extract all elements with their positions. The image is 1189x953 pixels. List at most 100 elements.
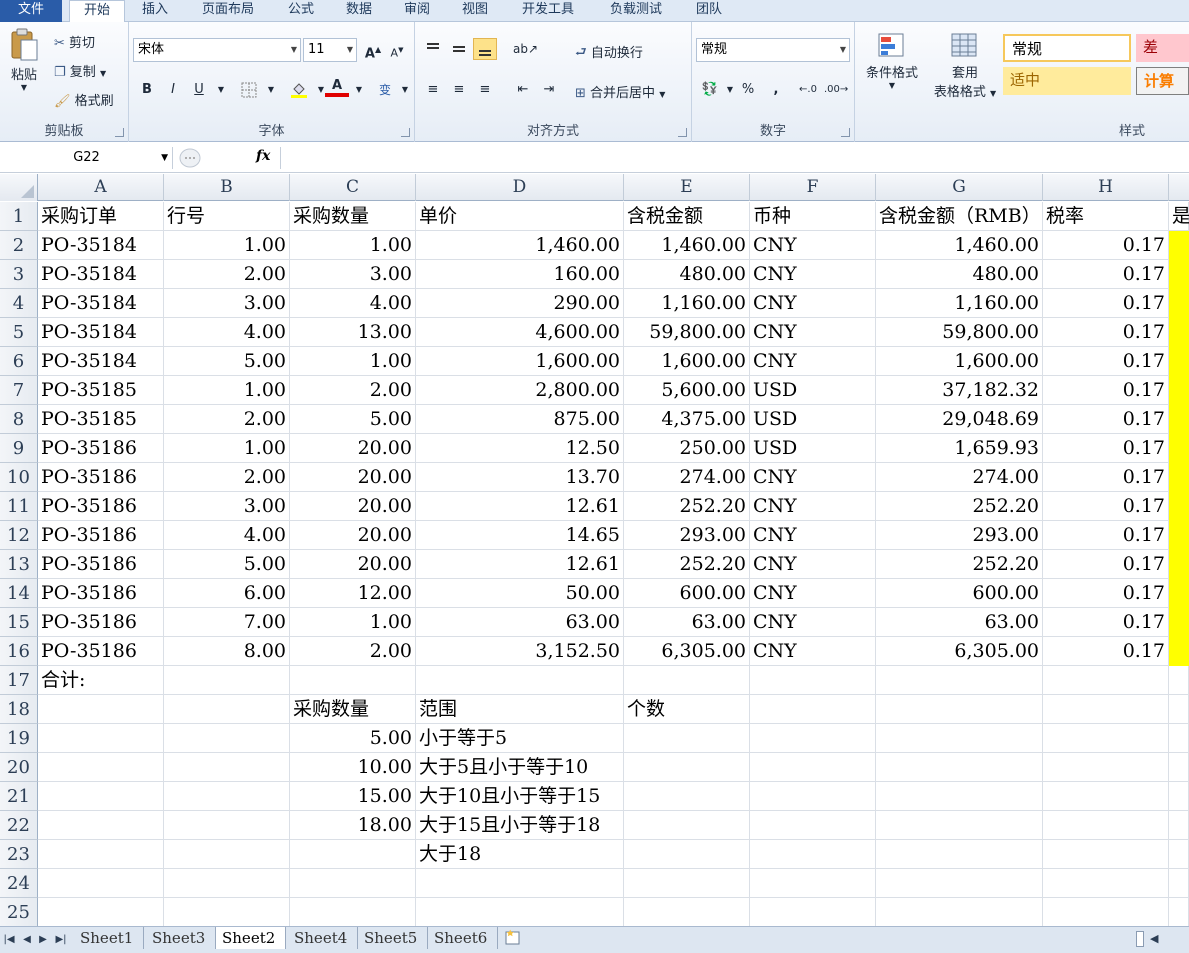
row-header[interactable]: 1 [0, 202, 38, 231]
sheet-tab[interactable]: Sheet2 [216, 927, 286, 949]
cell-d[interactable]: 290.00 [416, 289, 624, 318]
cell-d[interactable] [416, 898, 624, 926]
format-painter-button[interactable]: 🖌 格式刷 [54, 90, 114, 109]
conditional-format-button[interactable]: 条件格式 ▼ [861, 32, 923, 90]
cell-h[interactable] [1043, 666, 1169, 695]
cell-c[interactable]: 5.00 [290, 724, 416, 753]
sheet-tab[interactable]: Sheet3 [146, 927, 216, 949]
cell-b[interactable]: 5.00 [164, 347, 290, 376]
cell-g[interactable]: 1,659.93 [876, 434, 1043, 463]
cell-h[interactable] [1043, 695, 1169, 724]
cell-c[interactable]: 采购数量 [290, 695, 416, 724]
tab-team[interactable]: 团队 [684, 0, 734, 22]
cell-e[interactable] [624, 869, 750, 898]
grow-font-button[interactable]: A▲ [361, 39, 385, 61]
merge-center-button[interactable]: ⊞ 合并后居中 ▼ [575, 82, 665, 101]
cell-g[interactable] [876, 898, 1043, 926]
column-header-h[interactable]: H [1043, 174, 1169, 201]
fill-color-button[interactable] [287, 79, 311, 101]
cell-e[interactable]: 250.00 [624, 434, 750, 463]
cell-a[interactable]: PO-35186 [38, 608, 164, 637]
cell-e[interactable]: 5,600.00 [624, 376, 750, 405]
worksheet-grid[interactable]: A B C D E F G H 1 采购订单 行号 采购数量 单价 含税金额 币种 含税金额（… [0, 174, 1189, 926]
cell-d[interactable]: 1,460.00 [416, 231, 624, 260]
scroll-split-handle[interactable] [1136, 931, 1144, 947]
cell-i[interactable] [1169, 782, 1189, 811]
row-header[interactable]: 18 [0, 695, 38, 724]
cell-h[interactable]: 0.17 [1043, 492, 1169, 521]
cell-b[interactable] [164, 898, 290, 926]
cell-f[interactable] [750, 724, 876, 753]
copy-button[interactable]: ❐ 复制 ▼ [54, 61, 106, 80]
formula-input[interactable] [280, 147, 1185, 169]
cell-f[interactable]: CNY [750, 579, 876, 608]
row-header[interactable]: 2 [0, 231, 38, 260]
cell-f[interactable]: CNY [750, 521, 876, 550]
cell-e[interactable]: 59,800.00 [624, 318, 750, 347]
cell-g[interactable]: 29,048.69 [876, 405, 1043, 434]
prev-sheet-icon[interactable]: ◀ [20, 931, 34, 949]
format-as-table-button[interactable]: 套用 表格格式 ▼ [925, 32, 1005, 100]
cell-c[interactable]: 20.00 [290, 492, 416, 521]
horizontal-scrollbar[interactable]: ◀ [1134, 929, 1189, 949]
align-middle-button[interactable] [447, 38, 471, 60]
cell-b[interactable]: 1.00 [164, 231, 290, 260]
cell-e[interactable]: 1,600.00 [624, 347, 750, 376]
cell-d[interactable]: 875.00 [416, 405, 624, 434]
cell-d[interactable]: 大于5且小于等于10 [416, 753, 624, 782]
cell-h[interactable] [1043, 782, 1169, 811]
column-header-g[interactable]: G [876, 174, 1043, 201]
cell-i[interactable] [1169, 840, 1189, 869]
cell-e[interactable]: 4,375.00 [624, 405, 750, 434]
cell-h[interactable]: 0.17 [1043, 231, 1169, 260]
cell-c[interactable]: 13.00 [290, 318, 416, 347]
cell-f[interactable] [750, 811, 876, 840]
cell-i[interactable] [1169, 637, 1189, 666]
cell-f[interactable]: CNY [750, 637, 876, 666]
cell-d[interactable]: 大于18 [416, 840, 624, 869]
cell-f[interactable] [750, 898, 876, 926]
cell-a[interactable]: PO-35186 [38, 463, 164, 492]
cell-i[interactable] [1169, 231, 1189, 260]
phonetic-dropdown-icon[interactable]: ▼ [393, 79, 417, 101]
cell-d[interactable]: 单价 [416, 202, 624, 231]
alignment-launcher-icon[interactable] [678, 128, 687, 137]
cell-e[interactable] [624, 840, 750, 869]
cell-a[interactable]: 合计: [38, 666, 164, 695]
cell-a[interactable]: PO-35184 [38, 347, 164, 376]
name-box[interactable]: G22 ▼ [1, 147, 173, 169]
sheet-tab[interactable]: Sheet4 [288, 927, 358, 949]
insert-function-icon[interactable]: fx [256, 148, 270, 164]
cell-i[interactable] [1169, 898, 1189, 926]
font-color-button[interactable]: A [325, 77, 349, 97]
cell-b[interactable] [164, 782, 290, 811]
borders-button[interactable] [237, 79, 261, 101]
tab-page-layout[interactable]: 页面布局 [190, 0, 266, 22]
cell-e[interactable]: 252.20 [624, 550, 750, 579]
cell-e[interactable] [624, 724, 750, 753]
cell-e[interactable] [624, 666, 750, 695]
cell-a[interactable]: PO-35184 [38, 289, 164, 318]
tab-home[interactable]: 开始 [69, 0, 125, 23]
cell-g[interactable] [876, 840, 1043, 869]
cell-f[interactable]: CNY [750, 260, 876, 289]
clipboard-launcher-icon[interactable] [115, 128, 124, 137]
wrap-text-button[interactable]: ⮐ 自动换行 [575, 42, 643, 65]
cell-c[interactable]: 15.00 [290, 782, 416, 811]
cell-b[interactable]: 3.00 [164, 289, 290, 318]
column-header-e[interactable]: E [624, 174, 750, 201]
cell-c[interactable]: 2.00 [290, 376, 416, 405]
row-header[interactable]: 6 [0, 347, 38, 376]
cell-a[interactable]: PO-35186 [38, 579, 164, 608]
cell-b[interactable]: 8.00 [164, 637, 290, 666]
row-header[interactable]: 21 [0, 782, 38, 811]
row-header[interactable]: 13 [0, 550, 38, 579]
cell-c[interactable] [290, 840, 416, 869]
cell-c[interactable]: 2.00 [290, 637, 416, 666]
cell-a[interactable]: PO-35184 [38, 318, 164, 347]
cell-a[interactable]: PO-35186 [38, 521, 164, 550]
cell-a[interactable] [38, 869, 164, 898]
cell-c[interactable]: 采购数量 [290, 202, 416, 231]
bold-button[interactable]: B [135, 79, 159, 101]
cell-h[interactable]: 0.17 [1043, 318, 1169, 347]
